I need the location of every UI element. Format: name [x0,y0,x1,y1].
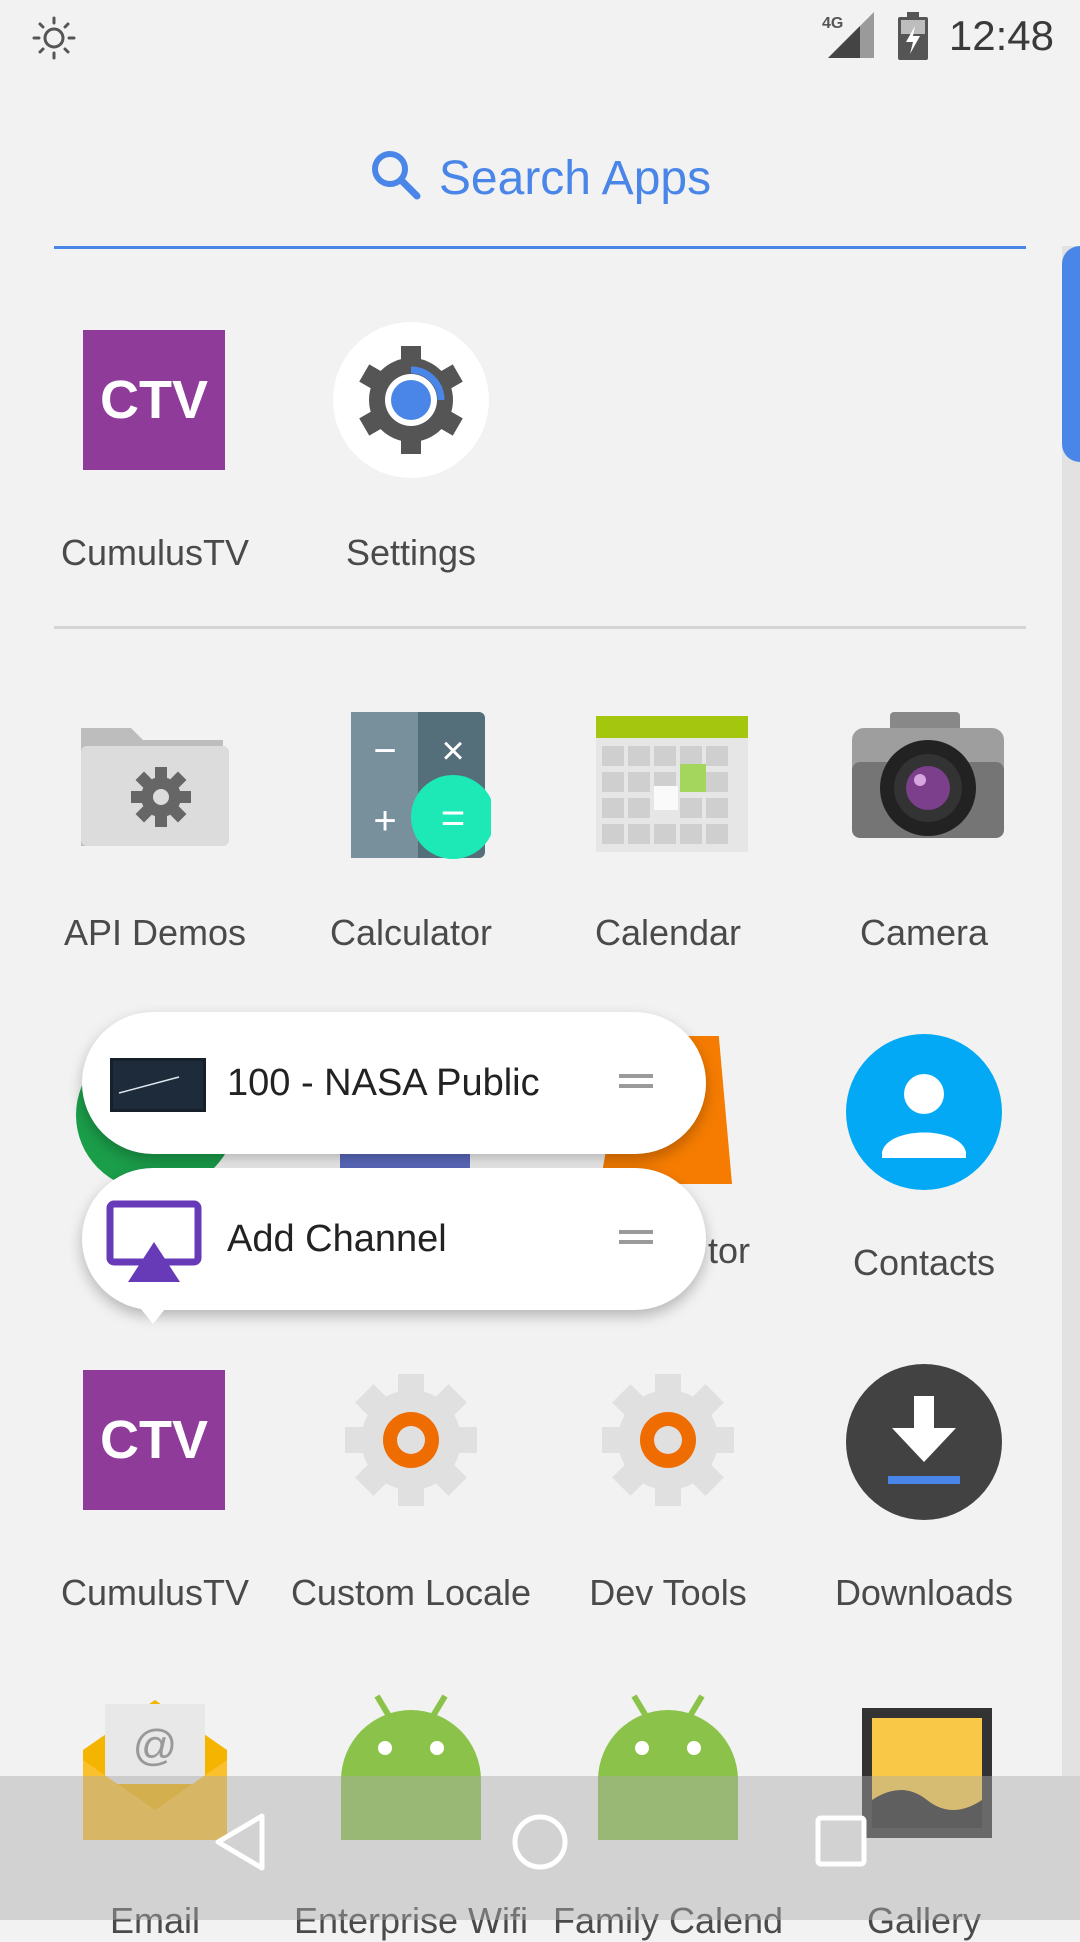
drag-handle-icon[interactable] [619,1230,653,1244]
app-label: Contacts [852,1242,996,1283]
app-camera[interactable]: Camera [799,702,1049,954]
contacts-icon [844,1032,1004,1192]
app-downloads[interactable]: Downloads [799,1362,1049,1614]
app-label: Settings [345,532,477,573]
home-icon[interactable] [510,1812,570,1872]
download-icon [844,1362,1004,1522]
shortcut-nasa-public[interactable]: 100 - NASA Public [82,1012,706,1154]
network-type: 4G [822,15,843,32]
svg-text:+: + [373,799,396,843]
app-label: Camera [859,912,989,953]
app-calculator[interactable]: − × + = Calculator [286,702,536,954]
calendar-icon [588,702,748,862]
app-label-partial: tor [708,1230,751,1271]
gear-icon [331,1362,491,1522]
calculator-icon: − × + = [331,702,495,862]
ctv-icon: CTV [75,1362,235,1522]
gear-icon [588,1362,748,1522]
folder-gear-icon [75,702,235,862]
app-api-demos[interactable]: API Demos [30,702,280,954]
app-label: CumulusTV [60,1572,250,1613]
app-label: Calculator [329,912,493,953]
svg-text:−: − [373,729,396,773]
recents-icon[interactable] [814,1814,868,1868]
search-bar[interactable]: Search Apps [54,118,1026,249]
app-label: API Demos [63,912,247,953]
ctv-logo-text: CTV [83,330,225,470]
clock: 12:48 [948,12,1054,59]
svg-text:=: = [441,794,466,841]
scrollbar-thumb[interactable] [1062,246,1080,462]
app-label: Custom Locale [290,1572,532,1613]
shortcut-add-channel[interactable]: Add Channel [82,1168,706,1310]
drag-handle-icon[interactable] [619,1074,653,1088]
settings-gear-icon [331,322,491,482]
ctv-icon: CTV [75,322,235,482]
app-label: CumulusTV [60,532,250,573]
ctv-logo-text: CTV [83,1370,225,1510]
cast-channel-icon [106,1200,202,1282]
camera-icon [844,702,1004,862]
predicted-app-cumulustv[interactable]: CTV CumulusTV [30,322,280,574]
app-contacts[interactable]: Contacts [799,1032,1049,1284]
svg-text:×: × [441,729,464,773]
app-label: Downloads [834,1572,1014,1613]
svg-text:@: @ [133,1721,178,1770]
predicted-divider [54,626,1026,629]
battery-charging-icon [898,12,928,60]
predicted-app-settings[interactable]: Settings [286,322,536,574]
brightness-icon [32,16,76,60]
app-label: Dev Tools [589,1572,747,1613]
back-icon[interactable] [212,1812,268,1872]
app-dev-tools[interactable]: Dev Tools [543,1362,793,1614]
app-custom-locale[interactable]: Custom Locale [286,1362,536,1614]
channel-thumbnail-icon [110,1058,206,1112]
popup-pointer [137,1304,169,1324]
search-icon [371,151,421,200]
app-calendar[interactable]: Calendar [543,702,793,954]
scrollbar-track[interactable] [1062,246,1080,1776]
shortcut-label: 100 - NASA Public [227,1062,540,1104]
signal-icon: 4G [822,12,874,58]
navigation-bar [0,1776,1080,1920]
app-cumulustv[interactable]: CTV CumulusTV [30,1362,280,1614]
search-placeholder: Search Apps [438,152,712,205]
app-label: Calendar [594,912,742,953]
status-bar: 4G 12:48 [0,0,1080,74]
shortcut-label: Add Channel [227,1218,447,1260]
